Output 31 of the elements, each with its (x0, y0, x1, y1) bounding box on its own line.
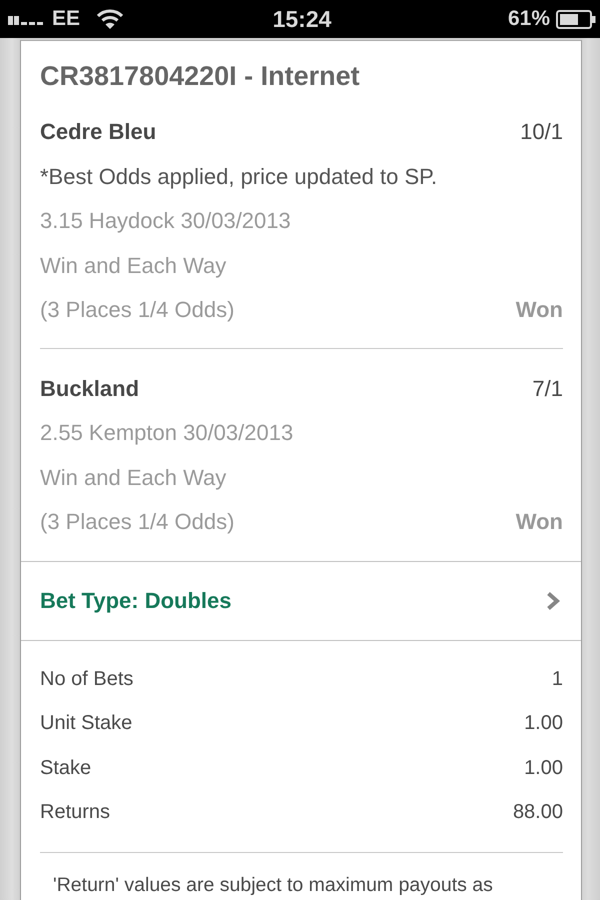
best-odds-note: *Best Odds applied, price updated to SP. (40, 162, 438, 191)
bet-reference: CR3817804220I - Internet (39, 60, 361, 93)
summary-value: 88.00 (512, 800, 563, 825)
place-terms: (3 Places 1/4 Odds) (40, 296, 234, 324)
battery-percent: 61% (508, 7, 550, 31)
summary-label: Unit Stake (40, 711, 132, 736)
wifi-icon (96, 9, 124, 29)
chevron-right-icon (546, 590, 560, 610)
summary-label: Returns (40, 800, 110, 825)
event-details: 2.55 Kempton 30/03/2013 (40, 419, 294, 447)
market: Win and Each Way (40, 252, 228, 280)
summary-label: Stake (40, 756, 92, 780)
summary-label: No of Bets (40, 666, 134, 692)
selection-name: Buckland (40, 374, 140, 402)
summary-value: 1.00 (524, 711, 563, 736)
selection-name: Cedre Bleu (40, 118, 156, 146)
event-details: 3.15 Haydock 30/03/2013 (40, 207, 292, 235)
result-status: Won (516, 296, 563, 324)
summary-value: 1.00 (524, 756, 563, 780)
bet-type-row[interactable]: Bet Type: Doubles (21, 560, 581, 640)
result-status: Won (516, 508, 563, 536)
battery-icon (556, 10, 596, 28)
status-time: 15:24 (272, 6, 332, 32)
market: Win and Each Way (40, 464, 228, 492)
odds: 10/1 (520, 118, 563, 146)
odds: 7/1 (532, 374, 563, 402)
summary-value: 1 (552, 666, 563, 692)
carrier-name: EE (52, 7, 80, 31)
place-terms: (3 Places 1/4 Odds) (40, 508, 234, 536)
returns-footnote: 'Return' values are subject to maximum payouts as (52, 872, 494, 898)
signal-icon (8, 13, 46, 25)
